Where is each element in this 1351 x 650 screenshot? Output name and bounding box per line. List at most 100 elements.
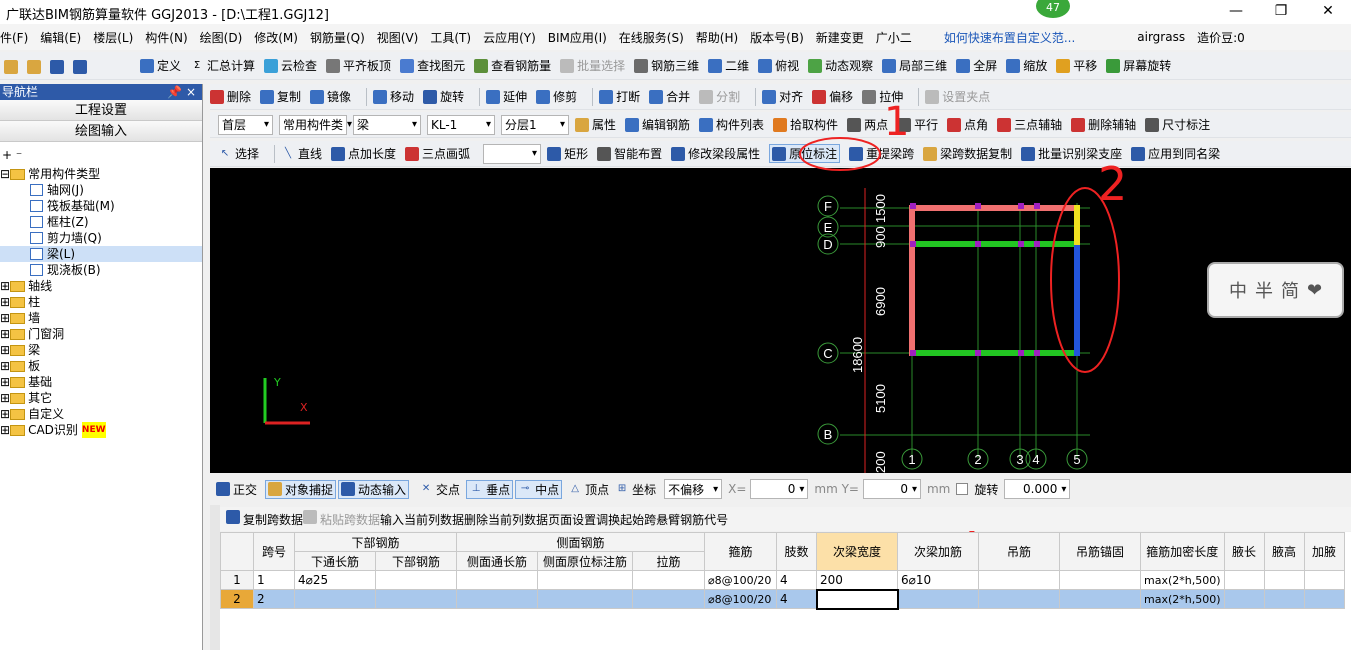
- orbit-button[interactable]: 动态观察: [808, 57, 873, 74]
- in-place-annotation-button[interactable]: 原位标注: [769, 144, 841, 163]
- rotate-input[interactable]: 0.000: [1004, 479, 1071, 499]
- split-button[interactable]: 分割: [699, 88, 740, 105]
- cell-hanger[interactable]: [978, 570, 1060, 590]
- menu-item[interactable]: 编辑(E): [40, 29, 81, 46]
- open-icon[interactable]: [27, 60, 41, 74]
- cell-haunch[interactable]: [1303, 570, 1345, 590]
- re-extract-span-button[interactable]: 重提梁跨: [849, 145, 914, 162]
- parallel-button[interactable]: 平行: [897, 116, 938, 133]
- delete-button[interactable]: 删除: [210, 88, 251, 105]
- summary-button[interactable]: Σ 汇总计算: [190, 57, 255, 74]
- local-3d-button[interactable]: 局部三维: [882, 57, 947, 74]
- layer-select[interactable]: 分层1: [501, 114, 569, 135]
- folder-beam[interactable]: ⊞ 梁: [0, 342, 202, 358]
- cell-hanger-anchor[interactable]: [1059, 570, 1141, 590]
- cell-bottom-rebar[interactable]: [375, 570, 457, 590]
- rotate-checkbox[interactable]: [956, 483, 969, 495]
- delete-column-button[interactable]: 删除当前列数据: [464, 511, 548, 528]
- object-snap-toggle[interactable]: 对象捕捉: [265, 479, 337, 499]
- cell-side-through[interactable]: [456, 570, 538, 590]
- folder-opening[interactable]: ⊞ 门窗洞: [0, 326, 202, 342]
- copy-span-data-grid-button[interactable]: 复制跨数据: [226, 510, 303, 528]
- offset-select[interactable]: 不偏移: [664, 479, 723, 499]
- merge-button[interactable]: 合并: [649, 88, 690, 105]
- floor-select[interactable]: 首层: [218, 114, 273, 135]
- cell-haunch-height[interactable]: [1263, 589, 1305, 609]
- menu-item[interactable]: 帮助(H): [696, 29, 738, 46]
- x-input[interactable]: 0: [750, 479, 809, 499]
- align-slab-button[interactable]: 平齐板顶: [326, 57, 391, 74]
- 2d-button[interactable]: 二维: [708, 57, 749, 74]
- cell-secondary-width-active[interactable]: [815, 588, 899, 610]
- save-icon[interactable]: [50, 60, 64, 74]
- three-point-axis-button[interactable]: 三点辅轴: [997, 116, 1062, 133]
- coordinate-snap[interactable]: ⊞ 坐标: [615, 481, 656, 498]
- cell-dense-length[interactable]: max(2*h,500): [1140, 570, 1225, 590]
- top-view-button[interactable]: 俯视: [758, 57, 799, 74]
- folder-other[interactable]: ⊞ 其它: [0, 390, 202, 406]
- project-settings-button[interactable]: 工程设置: [0, 100, 202, 121]
- cell-tie[interactable]: [632, 570, 705, 590]
- menu-item[interactable]: 件(F): [0, 29, 28, 46]
- beam-right-selected[interactable]: [1074, 205, 1080, 245]
- drawing-input-button[interactable]: 绘图输入: [0, 121, 202, 142]
- beam-top[interactable]: [912, 205, 1077, 211]
- pan-button[interactable]: 平移: [1056, 57, 1097, 74]
- component-select[interactable]: 梁: [353, 114, 421, 135]
- cell-span[interactable]: 1: [253, 570, 295, 590]
- menu-item[interactable]: 构件(N): [145, 29, 187, 46]
- tip-link[interactable]: 如何快速布置自定义范...: [944, 29, 1075, 46]
- ime-width[interactable]: 半: [1255, 277, 1273, 303]
- beam-c[interactable]: [912, 350, 1077, 356]
- menu-item[interactable]: 工具(T): [430, 29, 471, 46]
- cell-haunch-height[interactable]: [1263, 570, 1305, 590]
- menu-item[interactable]: 修改(M): [254, 29, 298, 46]
- folder-column[interactable]: ⊞ 柱: [0, 294, 202, 310]
- modify-beam-button[interactable]: 修改梁段属性: [671, 145, 760, 162]
- screen-rotate-button[interactable]: 屏幕旋转: [1106, 57, 1171, 74]
- folder-foundation[interactable]: ⊞ 基础: [0, 374, 202, 390]
- cell-bottom-rebar[interactable]: [375, 589, 457, 609]
- input-column-button[interactable]: 输入当前列数据: [380, 511, 464, 528]
- type-select[interactable]: 常用构件类: [279, 114, 347, 135]
- batch-select-button[interactable]: 批量选择: [560, 57, 625, 74]
- two-point-button[interactable]: 两点: [847, 116, 888, 133]
- fullscreen-button[interactable]: 全屏: [956, 57, 997, 74]
- cell-secondary-rebar[interactable]: [897, 589, 979, 609]
- vertex-snap[interactable]: △ 顶点: [568, 481, 609, 498]
- beam-d[interactable]: [912, 241, 1077, 247]
- rectangle-button[interactable]: 矩形: [547, 145, 588, 162]
- trim-button[interactable]: 修剪: [536, 88, 577, 105]
- input-method-bar[interactable]: 中 半 简 ❤: [1207, 262, 1344, 318]
- tree-root[interactable]: ⊟ 常用构件类型: [0, 166, 202, 182]
- arc-mode-select[interactable]: [483, 143, 542, 164]
- folder-cad[interactable]: ⊞ CAD识别 NEW: [0, 422, 202, 438]
- component-list-button[interactable]: 构件列表: [699, 116, 764, 133]
- minimize-button[interactable]: —: [1213, 0, 1259, 24]
- plan-drawing[interactable]: F E D C B 1 2 3 4 5 1500 900 6900 5100 2…: [210, 168, 1351, 473]
- tree-item-column[interactable]: 框柱(Z): [0, 214, 202, 230]
- midpoint-snap[interactable]: ⊸ 中点: [515, 479, 563, 499]
- cell-haunch-length[interactable]: [1223, 589, 1265, 609]
- menu-item[interactable]: BIM应用(I): [548, 29, 607, 46]
- drawing-canvas[interactable]: F E D C B 1 2 3 4 5 1500 900 6900 5100 2…: [210, 168, 1351, 473]
- menu-item[interactable]: 钢筋量(Q): [310, 29, 365, 46]
- grip-button[interactable]: 设置夹点: [925, 88, 990, 105]
- arc-button[interactable]: 三点画弧: [405, 145, 470, 162]
- undo-icon[interactable]: [73, 60, 87, 74]
- properties-button[interactable]: 属性: [575, 116, 616, 133]
- y-input[interactable]: 0: [862, 479, 921, 499]
- cell-legs[interactable]: 4: [776, 570, 817, 590]
- nav-pin-close[interactable]: 📌 ×: [167, 84, 196, 100]
- cell-stirrup[interactable]: ⌀8@100/20: [704, 589, 777, 609]
- menu-item[interactable]: 广小二: [876, 29, 912, 46]
- heart-icon[interactable]: ❤: [1307, 280, 1322, 301]
- folder-wall[interactable]: ⊞ 墙: [0, 310, 202, 326]
- cell-side-through[interactable]: [456, 589, 538, 609]
- new-icon[interactable]: [4, 60, 18, 74]
- cell-hanger-anchor[interactable]: [1059, 589, 1141, 609]
- folder-axis[interactable]: ⊞ 轴线: [0, 278, 202, 294]
- find-button[interactable]: 查找图元: [400, 57, 465, 74]
- tree-expand-toolbar[interactable]: + ⁻: [0, 142, 202, 166]
- pick-button[interactable]: 拾取构件: [773, 116, 838, 133]
